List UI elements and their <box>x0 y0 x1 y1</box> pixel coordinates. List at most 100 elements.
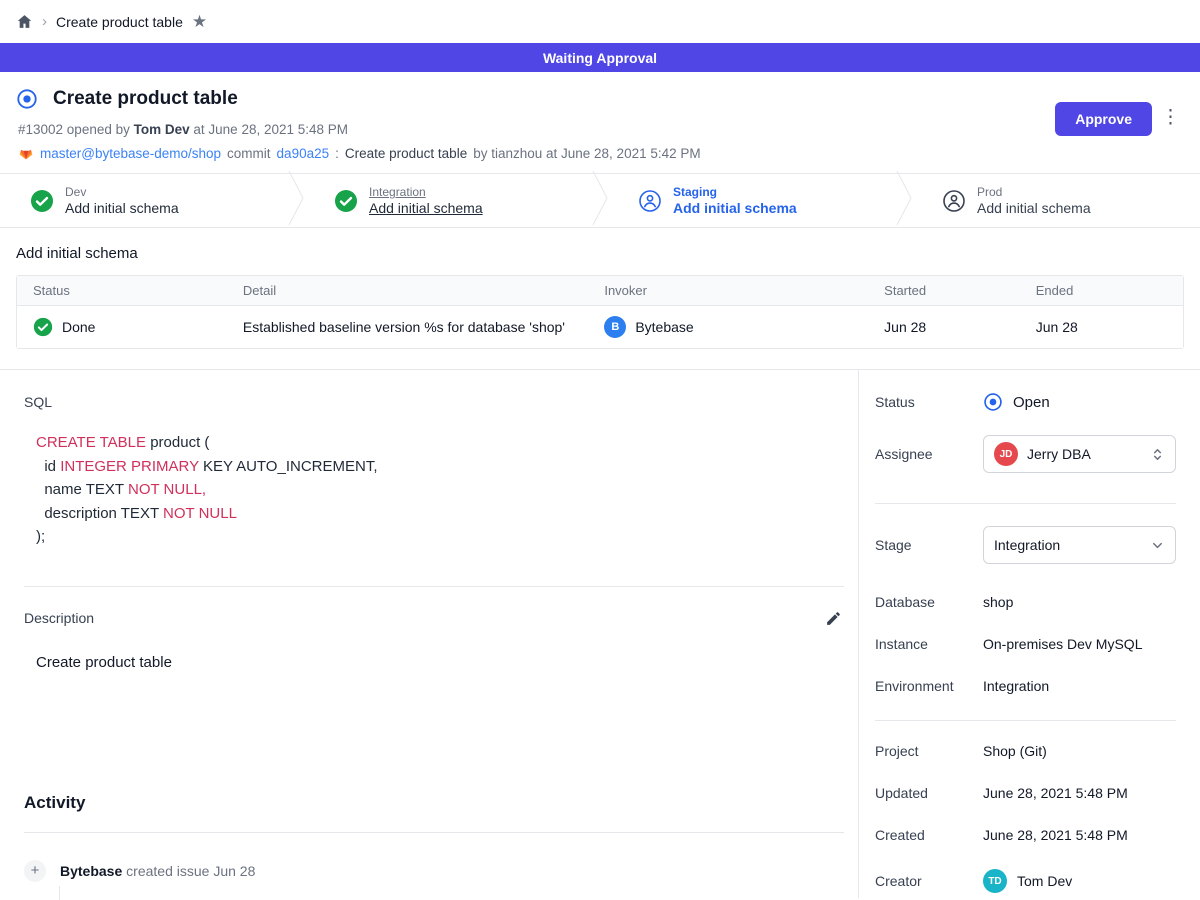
activity-action: created issue <box>126 863 209 879</box>
table-row: Done Established baseline version %s for… <box>17 306 1183 348</box>
stage-task-label: Add initial schema <box>977 200 1091 216</box>
assignee-value: Jerry DBA <box>1027 446 1141 462</box>
plus-icon: + <box>24 860 46 882</box>
issue-header: Create product table #13002 opened by To… <box>0 72 1200 173</box>
column-header-started: Started <box>868 276 1020 306</box>
environment-label: Environment <box>875 678 983 694</box>
edit-description-button[interactable] <box>823 608 844 629</box>
stage-env-label: Staging <box>673 185 797 199</box>
status-label: Status <box>875 394 983 410</box>
project-value: Shop (Git) <box>983 743 1176 759</box>
assignee-avatar: JD <box>994 442 1018 466</box>
created-value: June 28, 2021 5:48 PM <box>983 827 1176 843</box>
stage-separator-icon <box>288 171 304 230</box>
stage-task-label: Add initial schema <box>673 200 797 216</box>
page-title: Create product table <box>53 88 238 110</box>
approve-button[interactable]: Approve <box>1055 102 1152 136</box>
home-icon[interactable] <box>16 13 33 30</box>
updown-chevron-icon <box>1150 447 1165 462</box>
activity-item: + Bytebase created issue Jun 28 <box>24 860 844 882</box>
activity-actor: Bytebase <box>60 863 122 879</box>
sql-label: SQL <box>24 394 844 410</box>
status-banner-text: Waiting Approval <box>543 50 657 66</box>
pencil-icon <box>825 610 842 627</box>
task-ended: Jun 28 <box>1020 306 1183 348</box>
instance-value: On-premises Dev MySQL <box>983 636 1176 652</box>
divider <box>875 503 1176 504</box>
column-header-status: Status <box>17 276 227 306</box>
activity-heading: Activity <box>24 793 844 813</box>
issue-sidebar: Status Open Assignee JD Jerry DBA Stage <box>858 370 1200 898</box>
description-content: Create product table <box>36 654 844 671</box>
stage-select[interactable]: Integration <box>983 526 1176 564</box>
issue-number: #13002 opened by <box>18 122 130 137</box>
instance-label: Instance <box>875 636 983 652</box>
divider <box>24 832 844 833</box>
check-circle-icon <box>33 317 53 337</box>
stage-pipeline: Dev Add initial schema Integration Add i… <box>0 173 1200 228</box>
column-header-detail: Detail <box>227 276 588 306</box>
commit-message: Create product table <box>345 146 467 161</box>
created-label: Created <box>875 827 983 843</box>
stage-task-label: Add initial schema <box>369 200 483 216</box>
stage-env-label: Prod <box>977 185 1091 199</box>
commit-colon: : <box>335 146 339 161</box>
status-value: Open <box>1013 394 1050 411</box>
invoker-avatar: B <box>604 316 626 338</box>
issue-author: Tom Dev <box>134 122 190 137</box>
issue-meta: #13002 opened by Tom Dev at June 28, 202… <box>18 122 1184 137</box>
breadcrumb-current: Create product table <box>56 14 183 30</box>
sql-code: CREATE TABLE product ( id INTEGER PRIMAR… <box>36 431 844 549</box>
main-panel: SQL CREATE TABLE product ( id INTEGER PR… <box>0 370 858 898</box>
check-circle-icon <box>334 189 358 213</box>
task-table-header-row: Status Detail Invoker Started Ended <box>17 276 1183 306</box>
task-invoker: Bytebase <box>635 319 693 335</box>
issue-open-icon <box>16 88 38 110</box>
creator-label: Creator <box>875 873 983 889</box>
database-value: shop <box>983 594 1176 610</box>
task-status: Done <box>62 319 95 335</box>
commit-hash-link[interactable]: da90a25 <box>277 146 330 161</box>
status-banner: Waiting Approval <box>0 43 1200 72</box>
task-table: Status Detail Invoker Started Ended Done… <box>16 275 1184 349</box>
column-header-invoker: Invoker <box>588 276 868 306</box>
commit-byline: by tianzhou at June 28, 2021 5:42 PM <box>473 146 700 161</box>
task-section: Add initial schema Status Detail Invoker… <box>0 228 1200 369</box>
issue-opened-at: at June 28, 2021 5:48 PM <box>193 122 348 137</box>
environment-value: Integration <box>983 678 1176 694</box>
description-label: Description <box>24 610 94 626</box>
pipeline-stage-dev[interactable]: Dev Add initial schema <box>0 174 288 227</box>
creator-value: Tom Dev <box>1017 873 1072 889</box>
kebab-menu-icon[interactable]: ⋮ <box>1161 108 1180 129</box>
divider <box>875 720 1176 721</box>
stage-select-value: Integration <box>994 537 1141 553</box>
updated-value: June 28, 2021 5:48 PM <box>983 785 1176 801</box>
task-detail: Established baseline version %s for data… <box>227 306 588 348</box>
person-circle-icon <box>638 189 662 213</box>
stage-select-label: Stage <box>875 537 983 553</box>
divider <box>24 586 844 587</box>
check-circle-icon <box>30 189 54 213</box>
stage-separator-icon <box>592 171 608 230</box>
assignee-label: Assignee <box>875 446 983 462</box>
vcs-commit-line: master@bytebase-demo/shop commit da90a25… <box>18 145 1184 161</box>
vcs-branch-link[interactable]: master@bytebase-demo/shop <box>40 146 221 161</box>
task-started: Jun 28 <box>868 306 1020 348</box>
activity-section: Activity + Bytebase created issue Jun 28 <box>24 793 844 900</box>
breadcrumb-chevron-icon: › <box>42 13 47 30</box>
pipeline-stage-integration[interactable]: Integration Add initial schema <box>304 174 592 227</box>
task-heading: Add initial schema <box>16 245 1184 262</box>
breadcrumb: › Create product table ★ <box>0 0 1200 43</box>
pipeline-stage-staging[interactable]: Staging Add initial schema <box>608 174 896 227</box>
stage-separator-icon <box>896 171 912 230</box>
issue-open-icon <box>983 392 1003 412</box>
pipeline-stage-prod[interactable]: Prod Add initial schema <box>912 174 1200 227</box>
column-header-ended: Ended <box>1020 276 1183 306</box>
activity-date: Jun 28 <box>213 863 255 879</box>
favorite-star-icon[interactable]: ★ <box>192 13 207 30</box>
chevron-down-icon <box>1150 538 1165 553</box>
assignee-select[interactable]: JD Jerry DBA <box>983 435 1176 473</box>
content-split: SQL CREATE TABLE product ( id INTEGER PR… <box>0 369 1200 898</box>
stage-env-label: Integration <box>369 185 483 199</box>
creator-avatar: TD <box>983 869 1007 893</box>
